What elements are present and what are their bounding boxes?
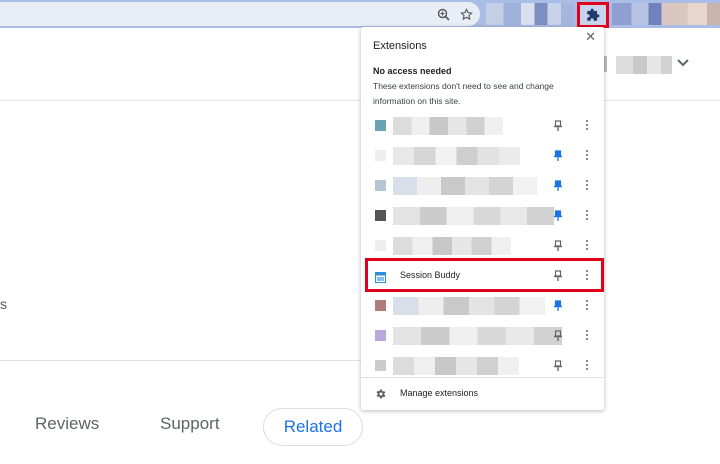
section-description: These extensions don't need to see and c… <box>373 81 554 106</box>
extensions-button[interactable] <box>577 2 609 28</box>
kebab-menu-icon[interactable] <box>583 208 591 224</box>
extension-row[interactable] <box>361 141 604 171</box>
extensions-popup: Extensions ✕ No access needed These exte… <box>361 27 604 410</box>
page-tabs: Reviews Support Related <box>0 408 720 448</box>
extension-icon <box>375 180 386 191</box>
gear-icon <box>376 389 386 399</box>
pin-icon[interactable] <box>552 299 564 311</box>
extension-name-redacted <box>393 147 520 165</box>
blurred-toolbar-icons <box>486 3 574 25</box>
pin-icon[interactable] <box>552 329 564 341</box>
pin-icon[interactable] <box>552 179 564 191</box>
zoom-icon[interactable] <box>436 8 450 22</box>
page-header-divider <box>0 100 720 101</box>
page-text-fragment: s <box>0 296 7 312</box>
extension-icon <box>375 360 386 371</box>
blurred-profile-area <box>612 3 720 25</box>
tab-related[interactable]: Related <box>263 408 363 446</box>
kebab-menu-icon[interactable] <box>583 358 591 374</box>
puzzle-icon <box>587 8 600 21</box>
star-icon[interactable] <box>459 8 473 22</box>
kebab-menu-icon[interactable] <box>583 118 591 134</box>
kebab-menu-icon[interactable] <box>583 148 591 164</box>
extension-name-redacted <box>393 177 537 195</box>
pin-icon[interactable] <box>552 239 564 251</box>
extension-name-redacted <box>393 237 511 255</box>
extension-row[interactable] <box>361 231 604 261</box>
extension-icon <box>375 300 386 311</box>
extension-icon <box>375 210 386 221</box>
extension-name-redacted <box>393 327 562 345</box>
manage-extensions-button[interactable]: Manage extensions <box>361 380 604 408</box>
section-heading: No access needed <box>373 66 452 76</box>
pin-icon[interactable] <box>552 119 564 131</box>
close-icon[interactable]: ✕ <box>585 29 596 45</box>
manage-extensions-label: Manage extensions <box>400 388 479 398</box>
kebab-menu-icon[interactable] <box>583 328 591 344</box>
extension-row[interactable] <box>361 291 604 321</box>
pin-icon[interactable] <box>552 149 564 161</box>
tab-support[interactable]: Support <box>160 414 220 434</box>
extension-row[interactable] <box>361 171 604 201</box>
highlight-box <box>365 258 604 292</box>
pin-icon[interactable] <box>552 209 564 221</box>
extension-icon <box>375 240 386 251</box>
tab-reviews[interactable]: Reviews <box>35 414 99 434</box>
popup-footer-divider <box>361 377 604 378</box>
address-bar[interactable] <box>0 2 480 26</box>
extension-icon <box>375 330 386 341</box>
extension-name-redacted <box>393 207 554 225</box>
extension-icon <box>375 120 386 131</box>
popup-title: Extensions <box>373 40 427 52</box>
page-section-divider <box>0 360 362 361</box>
extension-row[interactable] <box>361 111 604 141</box>
account-switcher[interactable] <box>604 54 704 80</box>
pin-icon[interactable] <box>552 359 564 371</box>
extension-name-redacted <box>393 297 545 315</box>
extension-row[interactable] <box>361 321 604 351</box>
extension-name-redacted <box>393 117 503 135</box>
browser-toolbar <box>0 0 720 28</box>
chevron-down-icon[interactable] <box>676 58 690 68</box>
extension-name-redacted <box>393 357 519 375</box>
extension-icon <box>375 150 386 161</box>
extension-row[interactable] <box>361 201 604 231</box>
kebab-menu-icon[interactable] <box>583 178 591 194</box>
kebab-menu-icon[interactable] <box>583 298 591 314</box>
kebab-menu-icon[interactable] <box>583 238 591 254</box>
